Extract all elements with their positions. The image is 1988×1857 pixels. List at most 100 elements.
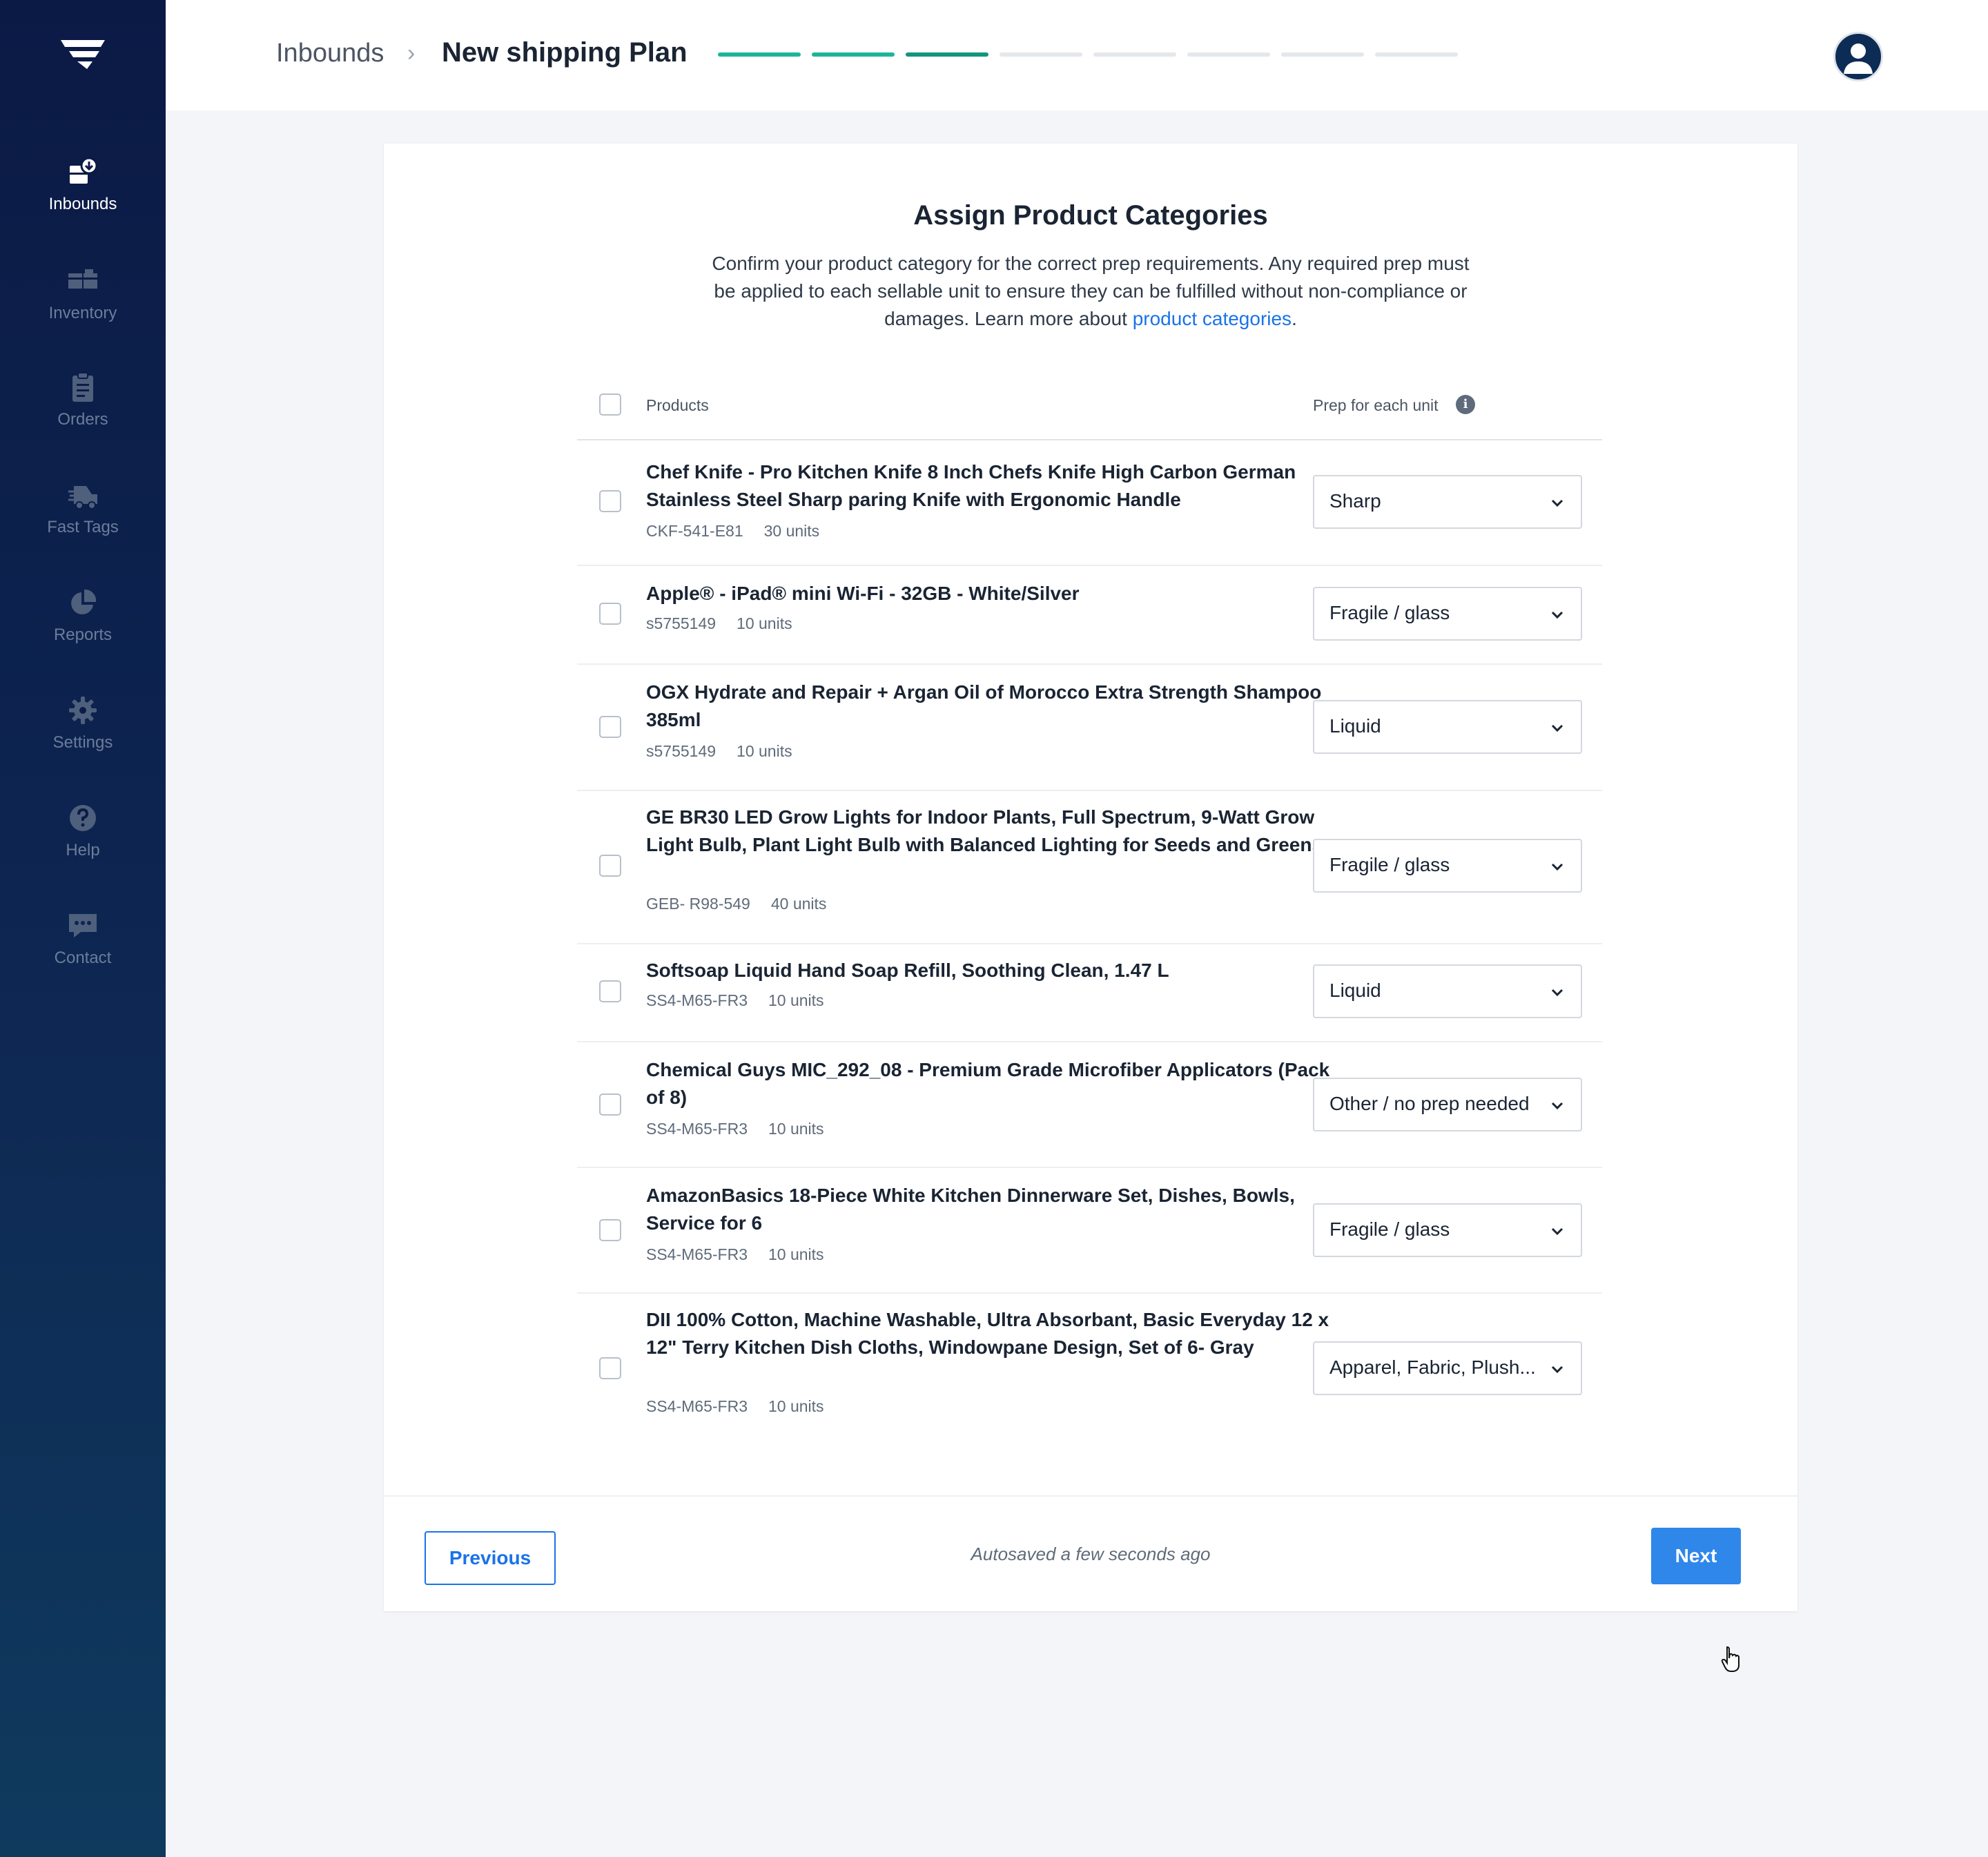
chevron-down-icon <box>1551 1227 1563 1236</box>
sidebar-item-inventory[interactable]: Inventory <box>0 265 166 323</box>
prep-select[interactable]: Liquid <box>1313 964 1582 1018</box>
progress-step <box>1093 52 1176 57</box>
row-checkbox[interactable] <box>599 980 621 1002</box>
info-icon[interactable]: i <box>1456 395 1475 414</box>
product-meta: SS4-M65-FR3 10 units <box>646 1120 824 1138</box>
sidebar-item-settings[interactable]: Settings <box>0 694 166 752</box>
product-sku: s5755149 <box>646 614 717 632</box>
prep-select-value: Fragile / glass <box>1329 854 1450 875</box>
product-name: Chemical Guys MIC_292_08 - Premium Grade… <box>646 1059 1330 1108</box>
product-meta: SS4-M65-FR3 10 units <box>646 991 824 1010</box>
prep-select[interactable]: Fragile / glass <box>1313 839 1582 893</box>
product-name: Softsoap Liquid Hand Soap Refill, Soothi… <box>646 960 1169 981</box>
product-name: OGX Hydrate and Repair + Argan Oil of Mo… <box>646 681 1322 730</box>
prep-select-value: Liquid <box>1329 715 1381 737</box>
product-units: 10 units <box>737 742 792 760</box>
product-meta: SS4-M65-FR3 10 units <box>646 1397 824 1416</box>
autosave-status: Autosaved a few seconds ago <box>971 1544 1211 1564</box>
sidebar-item-contact[interactable]: Contact <box>0 910 166 968</box>
progress-step <box>906 52 988 57</box>
prep-select[interactable]: Fragile / glass <box>1313 587 1582 641</box>
table-row: GE BR30 LED Grow Lights for Indoor Plant… <box>577 790 1602 944</box>
card-description: Confirm your product category for the co… <box>711 250 1470 333</box>
product-sku: SS4-M65-FR3 <box>646 1397 748 1415</box>
select-all-checkbox[interactable] <box>599 393 621 416</box>
prep-select[interactable]: Fragile / glass <box>1313 1203 1582 1257</box>
product-meta: CKF-541-E81 30 units <box>646 522 819 541</box>
table-row: DII 100% Cotton, Machine Washable, Ultra… <box>577 1292 1602 1444</box>
product-name: DII 100% Cotton, Machine Washable, Ultra… <box>646 1309 1329 1358</box>
chevron-down-icon <box>1551 724 1563 732</box>
prep-select-value: Fragile / glass <box>1329 1218 1450 1240</box>
assign-categories-card: Assign Product Categories Confirm your p… <box>384 144 1797 1611</box>
product-sku: s5755149 <box>646 742 717 760</box>
gear-icon <box>69 697 97 724</box>
next-button[interactable]: Next <box>1651 1528 1741 1584</box>
product-sku: SS4-M65-FR3 <box>646 1120 748 1138</box>
avatar[interactable] <box>1833 32 1883 81</box>
progress-step <box>1281 52 1364 57</box>
breadcrumb-inbounds[interactable]: Inbounds <box>276 39 384 68</box>
row-checkbox[interactable] <box>599 1093 621 1116</box>
chevron-down-icon <box>1551 1102 1563 1110</box>
table-row: OGX Hydrate and Repair + Argan Oil of Mo… <box>577 663 1602 791</box>
prep-select-value: Sharp <box>1329 490 1381 512</box>
row-checkbox[interactable] <box>599 855 621 877</box>
product-name: AmazonBasics 18-Piece White Kitchen Dinn… <box>646 1185 1295 1234</box>
chevron-down-icon <box>1551 499 1563 507</box>
product-units: 10 units <box>768 1397 824 1415</box>
chevron-down-icon <box>1551 863 1563 871</box>
breadcrumb-separator: › <box>407 40 416 66</box>
prep-select-value: Apparel, Fabric, Plush... <box>1329 1357 1536 1378</box>
inventory-icon <box>68 269 97 289</box>
product-sku: GEB- R98-549 <box>646 895 750 913</box>
chat-icon <box>69 914 97 937</box>
progress-step <box>1187 52 1270 57</box>
table-row: Apple® - iPad® mini Wi-Fi - 32GB - White… <box>577 565 1602 665</box>
sidebar-item-label: Reports <box>53 625 113 644</box>
table-row: Chef Knife - Pro Kitchen Knife 8 Inch Ch… <box>577 440 1602 566</box>
row-checkbox[interactable] <box>599 1357 621 1379</box>
sidebar-item-fast-tags[interactable]: Fast Tags <box>0 479 166 537</box>
prep-select[interactable]: Liquid <box>1313 700 1582 754</box>
progress-step <box>1375 52 1458 57</box>
orders-icon <box>72 372 93 402</box>
table-row: AmazonBasics 18-Piece White Kitchen Dinn… <box>577 1167 1602 1294</box>
brand-logo[interactable] <box>59 36 106 72</box>
description-text: Confirm your product category for the co… <box>712 253 1470 329</box>
row-checkbox[interactable] <box>599 1219 621 1241</box>
prep-select-value: Fragile / glass <box>1329 602 1450 623</box>
row-checkbox[interactable] <box>599 603 621 625</box>
prep-select[interactable]: Other / no prep needed <box>1313 1078 1582 1131</box>
product-sku: SS4-M65-FR3 <box>646 991 748 1009</box>
product-units: 10 units <box>768 1245 824 1263</box>
progress-step <box>812 52 895 57</box>
step-progress <box>718 52 1458 57</box>
chevron-down-icon <box>1551 989 1563 997</box>
card-title: Assign Product Categories <box>913 200 1268 231</box>
product-meta: s5755149 10 units <box>646 614 792 633</box>
description-end: . <box>1292 308 1297 329</box>
chevron-down-icon <box>1551 1365 1563 1374</box>
sidebar-item-orders[interactable]: Orders <box>0 371 166 429</box>
product-sku: SS4-M65-FR3 <box>646 1245 748 1263</box>
product-categories-link[interactable]: product categories <box>1133 308 1292 329</box>
product-name: Chef Knife - Pro Kitchen Knife 8 Inch Ch… <box>646 461 1296 510</box>
sidebar-item-help[interactable]: Help <box>0 802 166 860</box>
sidebar: Inbounds Inventory Orders Fast Tags Repo… <box>0 0 166 1857</box>
row-checkbox[interactable] <box>599 716 621 738</box>
prep-select[interactable]: Sharp <box>1313 475 1582 529</box>
sidebar-item-label: Fast Tags <box>47 518 119 536</box>
table-row: Softsoap Liquid Hand Soap Refill, Soothi… <box>577 943 1602 1042</box>
inbounds-icon <box>70 157 98 184</box>
reports-icon <box>71 589 97 614</box>
chevron-down-icon <box>1551 611 1563 619</box>
row-checkbox[interactable] <box>599 490 621 512</box>
progress-step <box>1000 52 1082 57</box>
prep-select-value: Liquid <box>1329 980 1381 1001</box>
sidebar-item-reports[interactable]: Reports <box>0 587 166 645</box>
product-units: 10 units <box>737 614 792 632</box>
prep-select[interactable]: Apparel, Fabric, Plush... <box>1313 1341 1582 1395</box>
sidebar-item-inbounds[interactable]: Inbounds <box>0 156 166 214</box>
progress-step <box>718 52 801 57</box>
